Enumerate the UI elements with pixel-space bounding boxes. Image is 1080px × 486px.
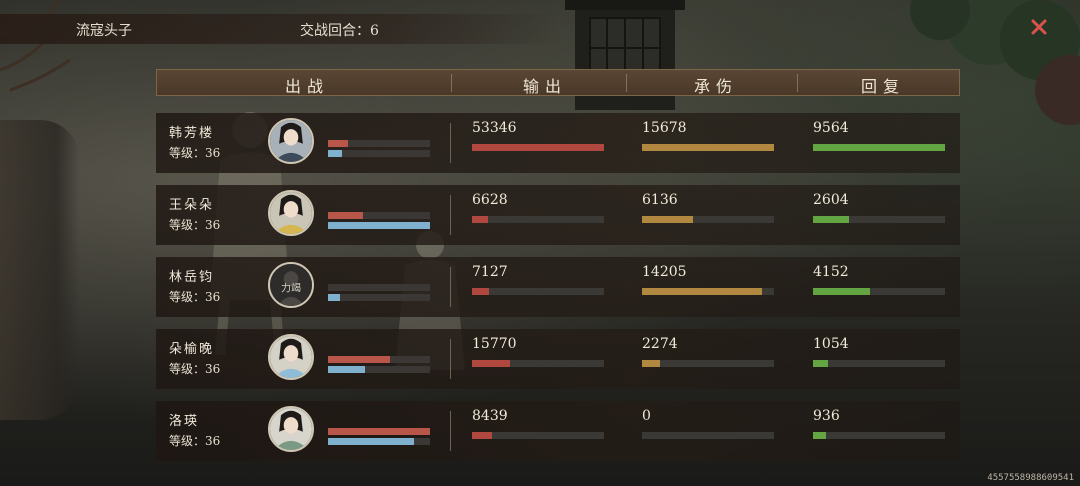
damage-taken-value: 15678 [642,120,687,136]
enemy-name: 流寇头子 [76,23,132,39]
row-divider [450,123,451,163]
mp-bar [328,294,430,301]
output-value: 7127 [472,264,508,280]
hp-bar [328,140,430,147]
heal-value: 2604 [813,192,849,208]
row-divider [450,267,451,307]
left-tree-branches [0,0,71,92]
user-id: 4557558988609541 [987,473,1074,483]
player-name: 韩芳楼 [169,126,215,141]
player-level: 等级：36 [169,434,221,448]
player-name: 洛瑛 [169,414,200,429]
heal-value: 936 [813,408,840,424]
player-level: 等级：36 [169,362,221,376]
player-avatar[interactable] [268,118,314,164]
damage-taken-bar [642,288,774,295]
damage-taken-value: 0 [642,408,651,424]
damage-taken-bar [642,216,774,223]
header-heal: 回复 [861,77,906,96]
output-bar [472,144,604,151]
row-divider [450,339,451,379]
character-silhouette [395,231,465,370]
output-value: 8439 [472,408,508,424]
mp-bar [328,150,430,157]
player-avatar[interactable] [268,190,314,236]
damage-taken-bar [642,360,774,367]
output-value: 6628 [472,192,508,208]
output-bar [472,288,604,295]
damage-taken-value: 2274 [642,336,678,352]
hp-bar [328,212,430,219]
player-row: 韩芳楼等级：36 53346 15678 9564 [156,113,960,173]
player-avatar[interactable] [268,334,314,380]
player-row: 朵榆晚等级：36 15770 2274 1054 [156,329,960,389]
heal-value: 1054 [813,336,849,352]
output-bar [472,432,604,439]
battle-round-label: 交战回合：6 [300,23,379,39]
row-divider [450,411,451,451]
hp-bar [328,428,430,435]
close-button[interactable] [1026,14,1052,40]
player-name: 林岳钧 [169,270,215,285]
heal-bar [813,360,945,367]
player-level: 等级：36 [169,146,221,160]
heal-bar [813,432,945,439]
damage-taken-bar [642,144,774,151]
header-damage-taken: 承伤 [694,77,739,96]
header-output: 输出 [523,77,568,96]
close-icon [1031,19,1047,35]
player-avatar[interactable]: 力竭 [268,262,314,308]
output-bar [472,216,604,223]
player-row: 王朵朵等级：36 6628 6136 2604 [156,185,960,245]
header-divider [797,74,798,92]
header-divider [626,74,627,92]
exhausted-label: 力竭 [281,281,301,294]
mp-bar [328,366,430,373]
damage-taken-bar [642,432,774,439]
header-fighter: 出战 [285,77,330,96]
player-name: 王朵朵 [169,198,215,213]
heal-bar [813,144,945,151]
hp-bar [328,284,430,291]
output-bar [472,360,604,367]
player-avatar[interactable] [268,406,314,452]
row-divider [450,195,451,235]
player-level: 等级：36 [169,290,221,304]
player-name: 朵榆晚 [169,342,215,357]
mp-bar [328,222,430,229]
output-value: 15770 [472,336,517,352]
heal-bar [813,288,945,295]
stats-header: 出战 输出 承伤 回复 [156,69,960,96]
damage-taken-value: 14205 [642,264,687,280]
output-value: 53346 [472,120,517,136]
header-divider [451,74,452,92]
player-row: 洛瑛等级：36 8439 0 936 [156,401,960,461]
player-level: 等级：36 [169,218,221,232]
heal-bar [813,216,945,223]
mp-bar [328,438,430,445]
damage-taken-value: 6136 [642,192,678,208]
hp-bar [328,356,430,363]
heal-value: 9564 [813,120,849,136]
player-row: 林岳钧等级：36 力竭 7127 14205 4152 [156,257,960,317]
heal-value: 4152 [813,264,849,280]
